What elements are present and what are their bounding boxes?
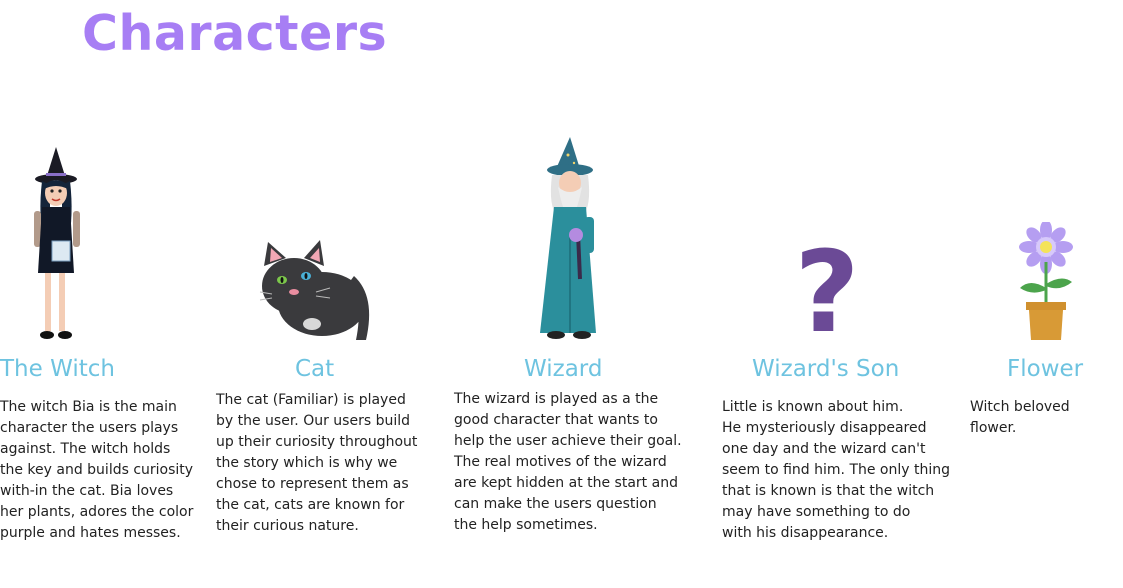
character-description: Little is known about him. He mysterious… bbox=[722, 399, 951, 541]
question-mark-icon: ? bbox=[800, 245, 854, 337]
page-title: Characters bbox=[82, 5, 388, 62]
character-name: Wizard bbox=[524, 356, 603, 382]
character-name: Cat bbox=[295, 356, 335, 382]
wizard-illustration bbox=[540, 137, 596, 339]
cat-illustration bbox=[259, 240, 370, 340]
character-description: The cat (Familiar) is played by the user… bbox=[216, 392, 418, 534]
character-name: The Witch bbox=[0, 356, 115, 382]
character-description: Witch beloved flower. bbox=[970, 399, 1070, 436]
character-description: The wizard is played as a the good chara… bbox=[454, 391, 682, 533]
witch-illustration bbox=[34, 147, 80, 339]
svg-text:?: ? bbox=[800, 245, 854, 337]
character-name: Wizard's Son bbox=[752, 356, 900, 382]
flower-pot-illustration bbox=[1019, 222, 1073, 340]
character-name: Flower bbox=[1007, 356, 1084, 382]
character-description: The witch Bia is the main character the … bbox=[0, 399, 194, 541]
